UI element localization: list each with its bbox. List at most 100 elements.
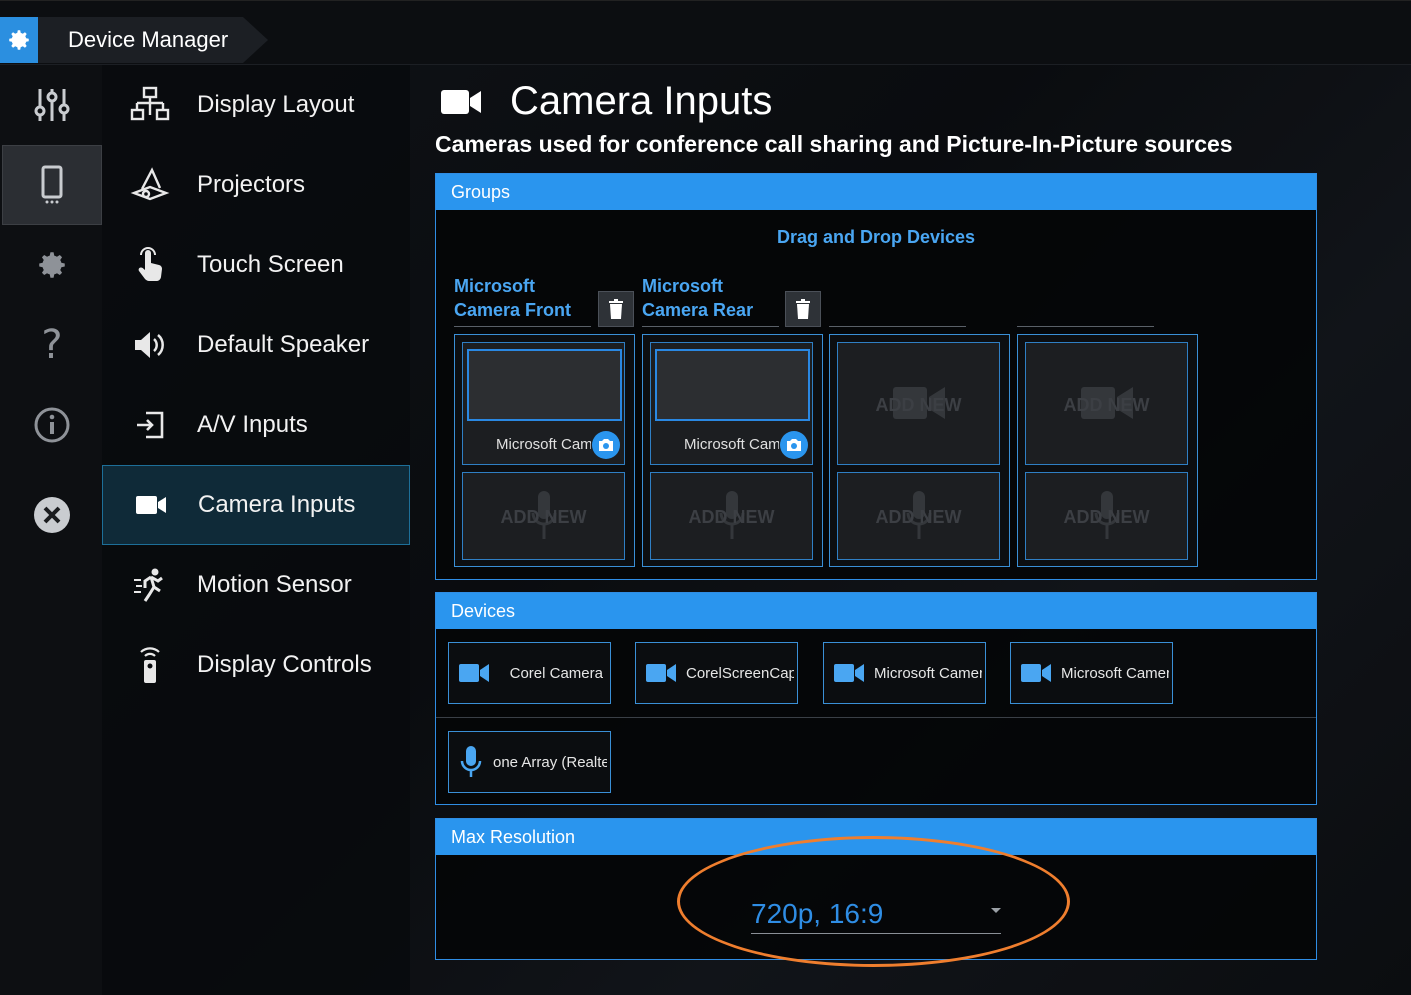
menu-item-default-speaker[interactable]: Default Speaker xyxy=(102,305,410,385)
camera-preview xyxy=(467,349,622,421)
settings-icon[interactable] xyxy=(2,225,102,305)
menu-item-display-layout[interactable]: Display Layout xyxy=(102,65,410,145)
resolution-header: Max Resolution xyxy=(436,819,1316,855)
app-title: Device Manager xyxy=(68,27,229,52)
page-camera-icon xyxy=(440,87,482,122)
video-camera-icon xyxy=(1011,663,1061,683)
menu-item-projectors[interactable]: Projectors xyxy=(102,145,410,225)
camera-slot-name: Microsoft Camera Front xyxy=(496,436,591,453)
delete-group-button[interactable] xyxy=(598,291,634,327)
group-title-underline[interactable] xyxy=(1017,326,1154,327)
camera-photo-icon xyxy=(787,439,801,451)
devices-header: Devices xyxy=(436,593,1316,629)
resolution-value: 720p, 16:9 xyxy=(751,898,884,929)
projector-icon xyxy=(102,167,197,203)
menu-item-motion-sensor[interactable]: Motion Sensor xyxy=(102,545,410,625)
device-icon[interactable] xyxy=(2,145,102,225)
group-column: ADD NEW ADD NEW xyxy=(829,334,1010,567)
mic-slot[interactable]: ADD NEW xyxy=(1025,472,1188,560)
drag-drop-label: Drag and Drop Devices xyxy=(776,227,976,247)
camera-preview xyxy=(655,349,810,421)
add-new-label: ADD NEW xyxy=(1063,507,1150,527)
trash-icon xyxy=(796,299,810,319)
device-menu: Display Layout Projectors Touch Screen D… xyxy=(102,65,410,995)
groups-header: Groups xyxy=(436,174,1316,210)
page-title: Camera Inputs xyxy=(510,79,773,123)
menu-label: Motion Sensor xyxy=(197,571,352,598)
camera-slot[interactable]: ADD NEW xyxy=(1025,342,1188,465)
device-tile[interactable]: Microsoft Camera Rear xyxy=(1010,642,1173,704)
mic-slot[interactable]: ADD NEW xyxy=(837,472,1000,560)
delete-group-button[interactable] xyxy=(785,291,821,327)
resolution-dropdown[interactable]: 720p, 16:9 xyxy=(751,894,1001,934)
app-gear-icon[interactable] xyxy=(0,17,38,63)
display-layout-icon xyxy=(102,86,197,124)
menu-label: Display Controls xyxy=(197,651,372,678)
groups-panel: Groups Drag and Drop Devices Microsoft C… xyxy=(435,173,1317,580)
camera-slot-name: Microsoft Camera Rear xyxy=(684,436,779,453)
group-column: Microsoft Camera Rear ADD NEW xyxy=(642,334,823,567)
device-name: CorelScreenCap xyxy=(686,664,794,682)
motion-icon xyxy=(102,567,197,603)
camera-snapshot-button[interactable] xyxy=(592,431,620,459)
help-icon[interactable]: ? xyxy=(2,305,102,385)
group-title[interactable]: Microsoft Camera Rear xyxy=(642,274,753,322)
speaker-icon xyxy=(102,330,197,360)
microphone-icon xyxy=(449,746,493,778)
device-name: Microsoft Camera Rear xyxy=(1061,664,1169,682)
group-title[interactable]: Microsoft Camera Front xyxy=(454,274,571,322)
menu-label: A/V Inputs xyxy=(197,411,308,438)
app-window: Device Manager ? Display Layout Projecto… xyxy=(0,0,1411,995)
devices-panel: Devices Corel Camera CorelScreenCap Micr… xyxy=(435,592,1317,805)
mic-slot[interactable]: ADD NEW xyxy=(650,472,813,560)
add-new-label: ADD NEW xyxy=(500,507,587,527)
menu-label: Camera Inputs xyxy=(198,491,356,518)
device-tile[interactable]: CorelScreenCap xyxy=(635,642,798,704)
camera-slot[interactable]: Microsoft Camera Front xyxy=(462,342,625,465)
breadcrumb: Device Manager xyxy=(38,17,268,63)
group-column: ADD NEW ADD NEW xyxy=(1017,334,1198,567)
menu-item-touch-screen[interactable]: Touch Screen xyxy=(102,225,410,305)
device-name: Corel Camera xyxy=(509,664,603,682)
mic-slot[interactable]: ADD NEW xyxy=(462,472,625,560)
camera-icon xyxy=(103,494,198,516)
video-camera-icon xyxy=(636,663,686,683)
menu-label: Projectors xyxy=(197,171,306,198)
chevron-down-icon xyxy=(991,908,1001,913)
camera-slot[interactable]: Microsoft Camera Rear xyxy=(650,342,813,465)
main-content: Camera Inputs Cameras used for conferenc… xyxy=(410,65,1411,995)
camera-slot[interactable]: ADD NEW xyxy=(837,342,1000,465)
add-new-label: ADD NEW xyxy=(875,395,962,415)
camera-snapshot-button[interactable] xyxy=(780,431,808,459)
camera-photo-icon xyxy=(599,439,613,451)
add-new-label: ADD NEW xyxy=(688,507,775,527)
input-icon xyxy=(102,410,197,440)
menu-item-camera-inputs[interactable]: Camera Inputs xyxy=(102,465,410,545)
menu-item-av-inputs[interactable]: A/V Inputs xyxy=(102,385,410,465)
video-camera-icon xyxy=(449,663,499,683)
resolution-panel: Max Resolution 720p, 16:9 xyxy=(435,818,1317,960)
device-name: one Array (Realtek xyxy=(493,753,607,771)
info-icon[interactable] xyxy=(2,385,102,465)
device-tile[interactable]: one Array (Realtek xyxy=(448,731,611,793)
trash-icon xyxy=(609,299,623,319)
device-tile[interactable]: Microsoft Camera Front xyxy=(823,642,986,704)
group-title-underline xyxy=(642,326,779,327)
menu-item-display-controls[interactable]: Display Controls xyxy=(102,625,410,705)
menu-label: Default Speaker xyxy=(197,331,370,358)
video-camera-icon xyxy=(824,663,874,683)
group-column: Microsoft Camera Front ADD NEW xyxy=(454,334,635,567)
menu-label: Display Layout xyxy=(197,91,355,118)
add-new-label: ADD NEW xyxy=(1063,395,1150,415)
page-subtitle: Cameras used for conference call sharing… xyxy=(435,131,1233,157)
sliders-icon[interactable] xyxy=(2,65,102,145)
close-icon[interactable] xyxy=(2,475,102,555)
group-title-underline xyxy=(454,326,591,327)
remote-icon xyxy=(102,646,197,684)
device-tile[interactable]: Corel Camera xyxy=(448,642,611,704)
icon-rail: ? xyxy=(0,65,102,995)
title-bar: Device Manager xyxy=(0,0,1411,65)
device-name: Microsoft Camera Front xyxy=(874,664,982,682)
group-title-underline[interactable] xyxy=(829,326,966,327)
add-new-label: ADD NEW xyxy=(875,507,962,527)
